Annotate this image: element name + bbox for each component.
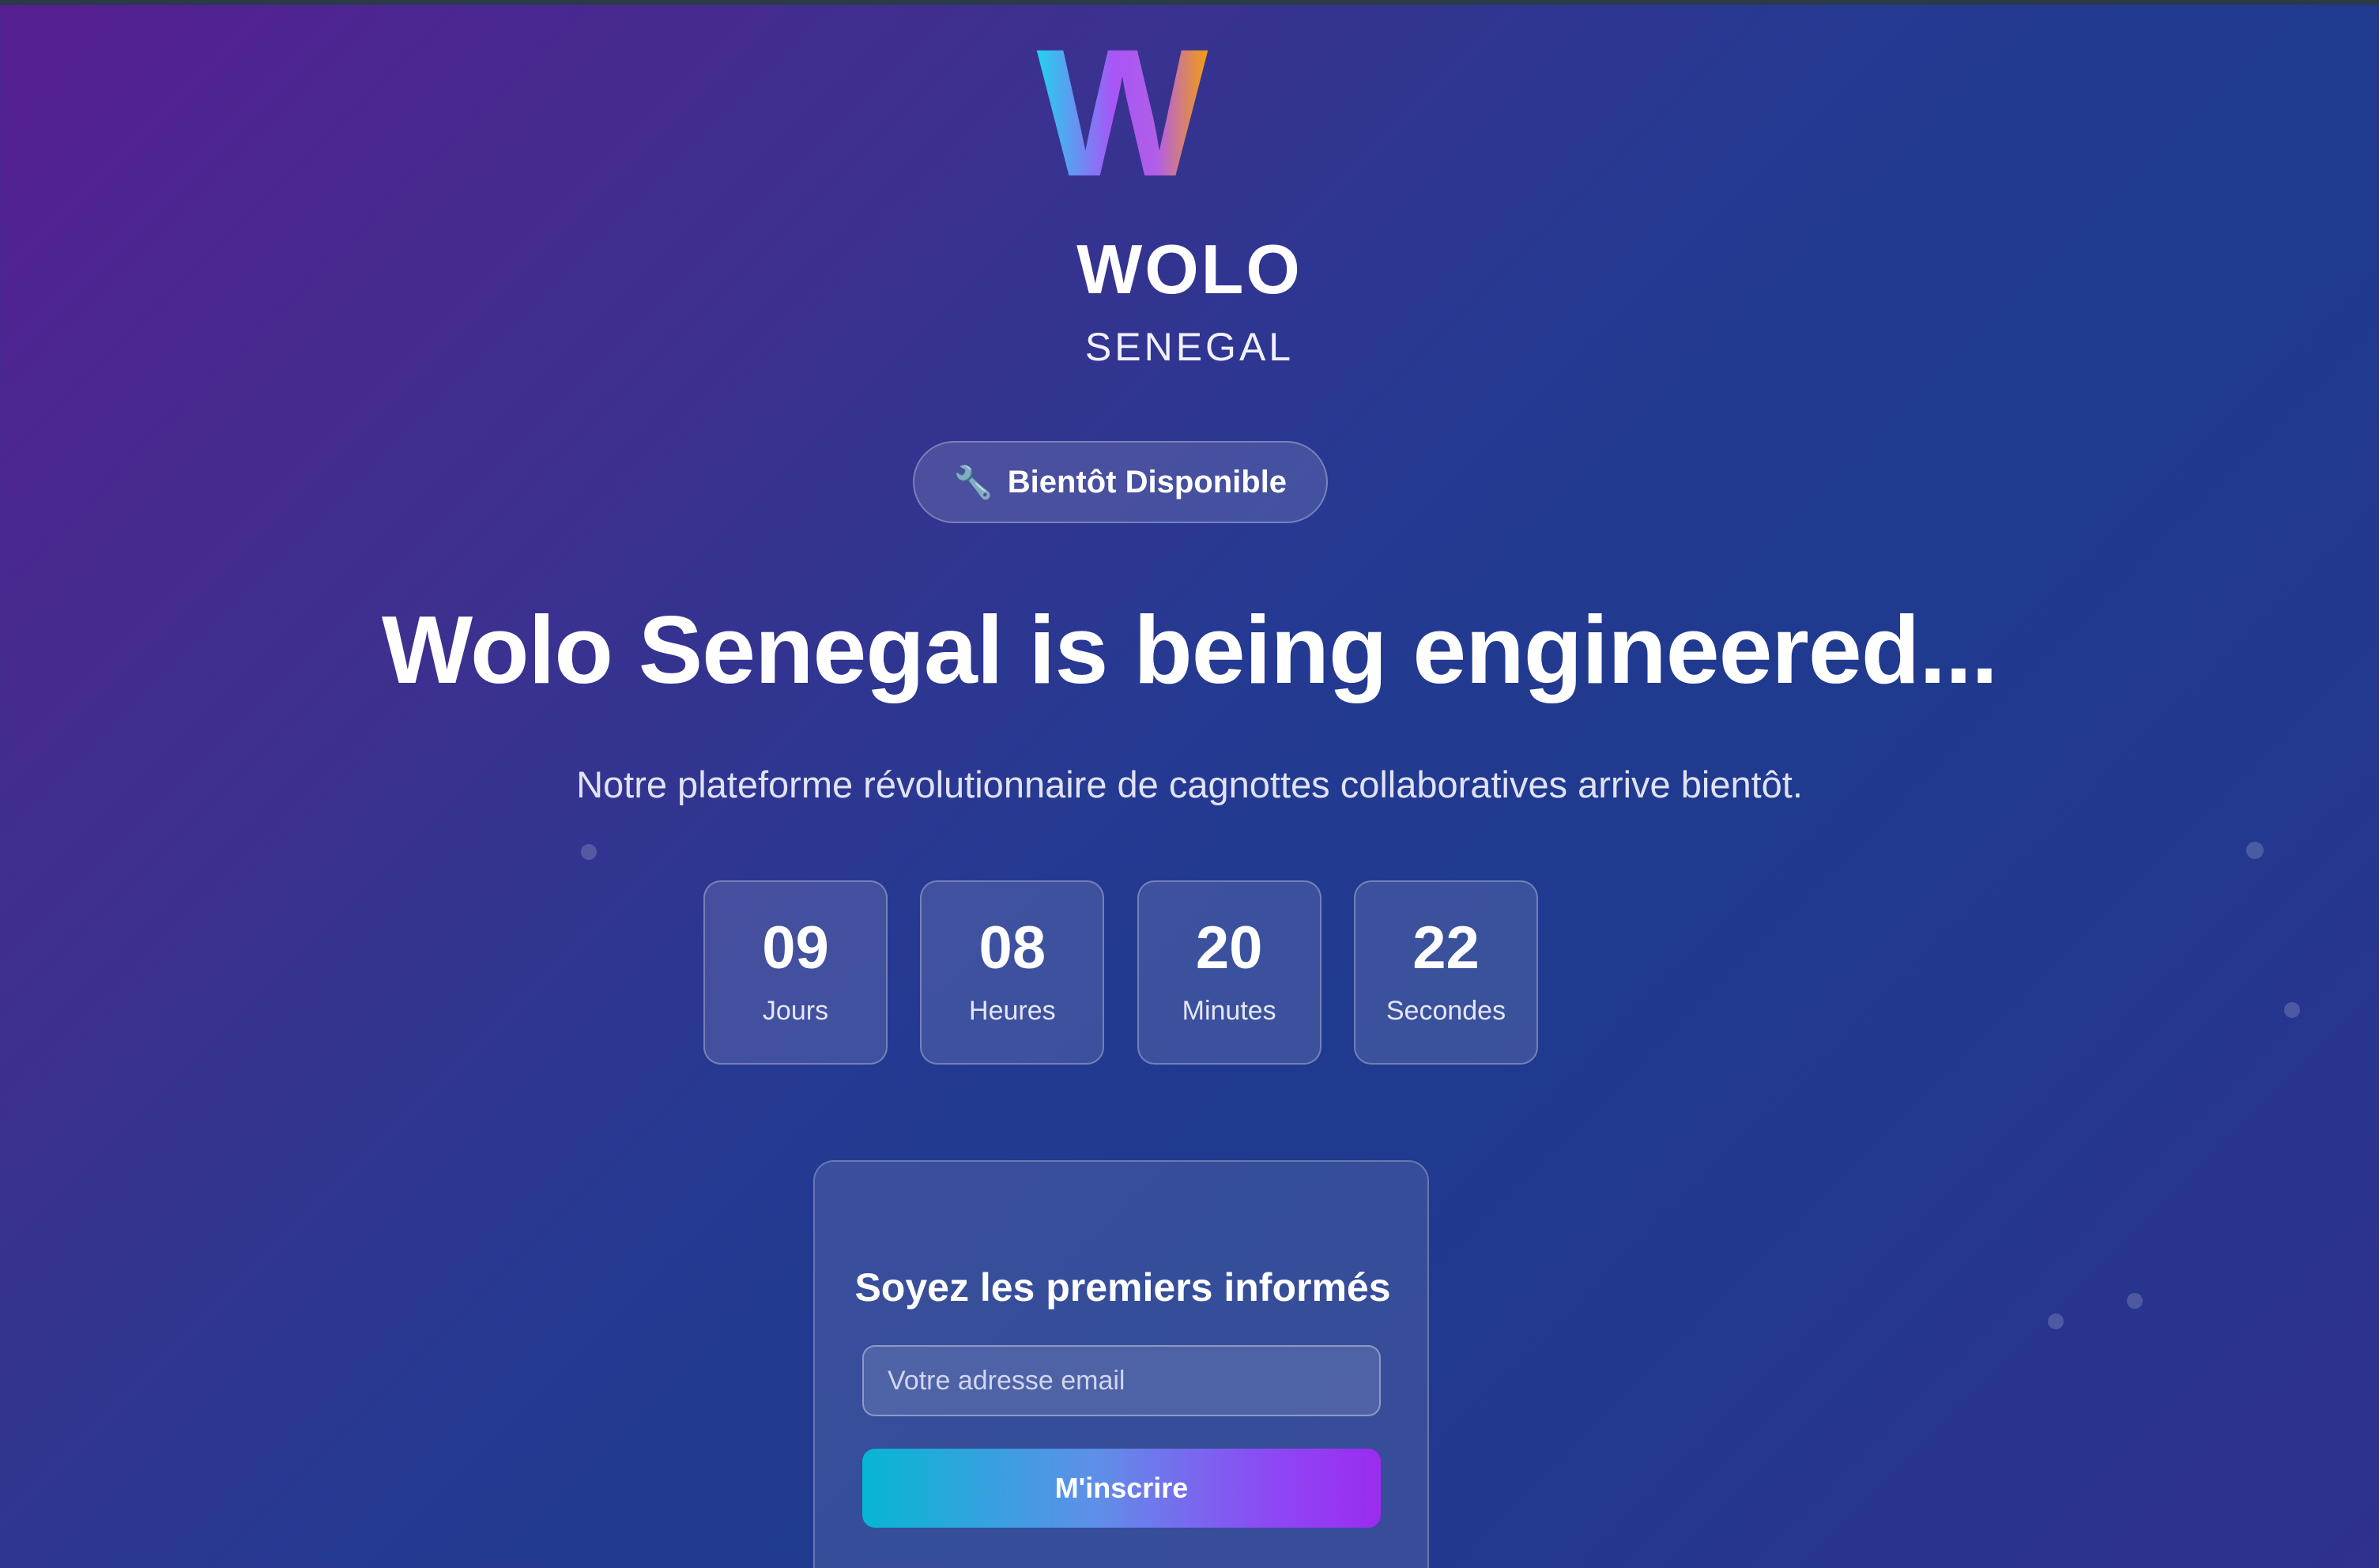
decorative-dot [2048,1314,2064,1329]
countdown-days-label: Jours [762,996,829,1026]
countdown-seconds-value: 22 [1412,914,1480,982]
logo-w-icon: W [1036,40,1208,186]
page-title: Wolo Senegal is being engineered... [382,596,1998,703]
decorative-dot [2246,842,2264,859]
status-badge-label: Bientôt Disponible [1007,464,1288,499]
countdown-hours-value: 08 [978,914,1046,982]
subscribe-button[interactable]: M'inscrire [862,1449,1381,1528]
wrench-icon: 🔧 [953,465,993,500]
decorative-dot [2284,1002,2300,1018]
countdown-timer: 09 Jours 08 Heures 20 Minutes 22 Seconde… [703,880,1538,1065]
brand-subtitle: SENEGAL [1084,325,1295,369]
signup-card: Soyez les premiers informés M'inscrire [813,1160,1429,1568]
email-field[interactable] [862,1345,1381,1416]
countdown-seconds-label: Secondes [1386,996,1506,1026]
top-border [0,0,2379,5]
brand-name: WOLO [1076,230,1303,308]
decorative-dot [2127,1293,2143,1309]
countdown-minutes-value: 20 [1195,914,1263,982]
countdown-days-value: 09 [762,914,829,982]
countdown-hours-label: Heures [969,996,1056,1026]
countdown-days: 09 Jours [703,880,888,1065]
decorative-dot [581,844,597,860]
page-subtitle: Notre plateforme révolutionnaire de cagn… [576,763,1803,805]
countdown-seconds: 22 Secondes [1353,880,1538,1065]
countdown-hours: 08 Heures [920,880,1105,1065]
countdown-minutes-label: Minutes [1182,996,1276,1026]
status-badge: 🔧 Bientôt Disponible [913,441,1328,523]
countdown-minutes: 20 Minutes [1137,880,1321,1065]
logo-letter: W [1036,40,1208,186]
signup-title: Soyez les premiers informés [854,1265,1391,1310]
